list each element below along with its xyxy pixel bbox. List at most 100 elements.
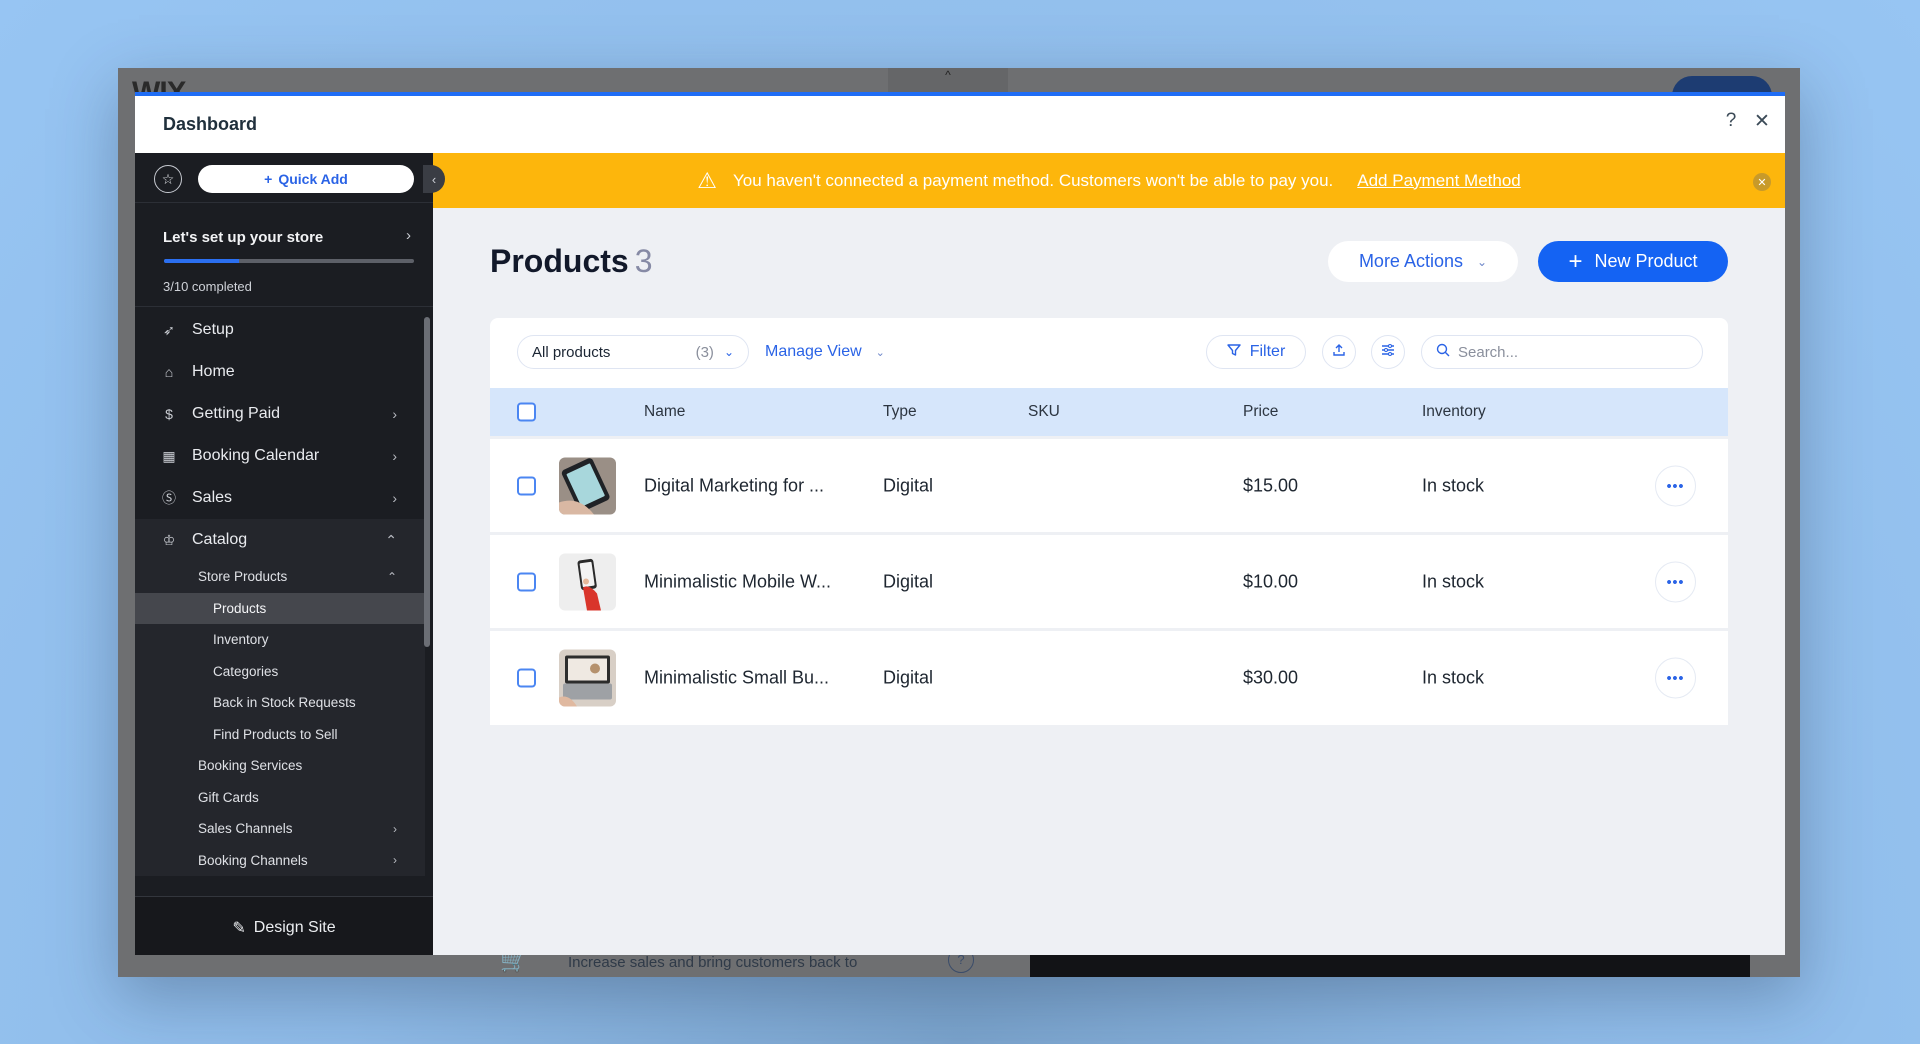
upload-icon <box>1332 343 1346 361</box>
view-select-value: All products <box>532 343 611 361</box>
view-count: (3) <box>695 343 714 361</box>
search-input[interactable] <box>1458 343 1678 361</box>
products-table-card: All products (3) ⌄ Manage View ⌄ Filter <box>490 318 1728 725</box>
add-payment-method-link[interactable]: Add Payment Method <box>1357 171 1520 191</box>
home-icon: ⌂ <box>164 364 174 380</box>
product-type: Digital <box>883 475 934 495</box>
column-header-sku[interactable]: SKU <box>1028 403 1060 421</box>
product-thumbnail-laptop <box>559 649 616 706</box>
payment-icon: $ <box>165 406 173 422</box>
sidebar-item-catalog[interactable]: ♔ Catalog ⌃ <box>135 519 425 561</box>
product-type: Digital <box>883 571 934 591</box>
sidebar-item-categories[interactable]: Categories <box>135 655 425 687</box>
search-field[interactable] <box>1421 335 1703 369</box>
sidebar-item-sales-channels[interactable]: Sales Channels › <box>135 813 425 845</box>
sidebar-item-booking-calendar[interactable]: ▦ Booking Calendar › <box>135 435 425 477</box>
sidebar-item-getting-paid[interactable]: $ Getting Paid › <box>135 393 425 435</box>
sidebar-item-label: Home <box>192 363 235 380</box>
sidebar-item-booking-services[interactable]: Booking Services <box>135 750 425 782</box>
sidebar-item-find-products[interactable]: Find Products to Sell <box>135 718 425 750</box>
product-price: $15.00 <box>1243 475 1299 495</box>
filter-button[interactable]: Filter <box>1206 335 1306 369</box>
column-header-type[interactable]: Type <box>883 403 917 421</box>
more-actions-button[interactable]: More Actions ⌄ <box>1328 241 1518 282</box>
product-name[interactable]: Digital Marketing for ... <box>644 475 824 496</box>
sidebar-item-label: Catalog <box>192 531 248 548</box>
select-all-checkbox[interactable] <box>517 402 536 422</box>
sidebar-item-back-in-stock[interactable]: Back in Stock Requests <box>135 687 425 719</box>
help-icon[interactable]: ? <box>1719 110 1743 132</box>
row-checkbox[interactable] <box>517 572 536 591</box>
page-title: Products 3 <box>490 243 652 280</box>
new-product-button[interactable]: + New Product <box>1538 241 1728 282</box>
sidebar-item-store-products[interactable]: Store Products ⌃ <box>135 561 425 593</box>
calendar-icon: ▦ <box>162 447 176 464</box>
setup-progress-fill <box>164 259 239 263</box>
star-icon[interactable]: ☆ <box>154 165 182 193</box>
setup-status: 3/10 completed <box>163 279 252 294</box>
chevron-up-icon: ⌃ <box>385 531 397 548</box>
warning-icon: ⚠ <box>697 167 717 193</box>
column-header-price[interactable]: Price <box>1243 403 1278 421</box>
table-row[interactable]: Minimalistic Small Bu... Digital $30.00 … <box>490 628 1728 724</box>
row-checkbox[interactable] <box>517 668 536 687</box>
product-inventory: In stock <box>1422 667 1485 687</box>
banner-message: You haven't connected a payment method. … <box>732 170 1334 190</box>
sidebar-item-label: Inventory <box>213 632 269 648</box>
table-row[interactable]: Digital Marketing for ... Digital $15.00… <box>490 436 1728 532</box>
chevron-right-icon: › <box>393 853 397 868</box>
view-select[interactable]: All products (3) ⌄ <box>517 335 749 369</box>
chevron-right-icon: › <box>392 406 397 422</box>
product-name[interactable]: Minimalistic Small Bu... <box>644 667 829 688</box>
filter-label: Filter <box>1249 343 1286 360</box>
table-toolbar: All products (3) ⌄ Manage View ⌄ Filter <box>490 318 1728 388</box>
chevron-right-icon: › <box>392 448 397 464</box>
sidebar-scrollbar[interactable] <box>424 317 430 647</box>
table-header: Name Type SKU Price Inventory <box>490 388 1728 436</box>
product-type: Digital <box>883 667 934 687</box>
quick-add-button[interactable]: + Quick Add <box>198 165 414 193</box>
customize-columns-button[interactable] <box>1371 335 1405 369</box>
column-header-name[interactable]: Name <box>644 403 685 421</box>
editor-collapse-handle[interactable]: ^ <box>888 68 1008 94</box>
sidebar-item-products[interactable]: Products <box>135 592 425 624</box>
main-content: ⚠ You haven't connected a payment method… <box>433 153 1785 955</box>
sidebar-top: ☆ + Quick Add <box>135 153 433 203</box>
pencil-icon: ✎ <box>232 920 246 937</box>
sidebar-item-inventory[interactable]: Inventory <box>135 624 425 656</box>
sidebar-item-label: Store Products <box>198 569 288 585</box>
setup-progress[interactable]: Let's set up your store › 3/10 completed <box>135 203 433 307</box>
sidebar-item-label: Getting Paid <box>192 405 281 422</box>
design-site-button[interactable]: ✎ Design Site <box>135 896 433 955</box>
sidebar-item-gift-cards[interactable]: Gift Cards <box>135 781 425 813</box>
row-actions-button[interactable]: ••• <box>1655 465 1696 506</box>
filter-icon <box>1227 343 1241 362</box>
row-actions-button[interactable]: ••• <box>1655 561 1696 602</box>
export-button[interactable] <box>1322 335 1356 369</box>
product-name[interactable]: Minimalistic Mobile W... <box>644 571 831 592</box>
chevron-right-icon: › <box>406 227 411 244</box>
column-header-inventory[interactable]: Inventory <box>1422 403 1486 421</box>
sidebar-item-home[interactable]: ⌂ Home <box>135 351 425 393</box>
sidebar-item-booking-channels[interactable]: Booking Channels › <box>135 844 425 876</box>
more-actions-label: More Actions <box>1358 251 1463 271</box>
catalog-icon: ♔ <box>162 531 176 548</box>
manage-view-label: Manage View <box>765 343 862 360</box>
table-row[interactable]: Minimalistic Mobile W... Digital $10.00 … <box>490 532 1728 628</box>
sidebar-item-label: Booking Calendar <box>192 447 320 464</box>
close-icon[interactable]: ✕ <box>1750 110 1774 133</box>
sidebar-item-setup[interactable]: ➶ Setup <box>135 309 425 351</box>
product-inventory: In stock <box>1422 475 1485 495</box>
chevron-down-icon: ⌄ <box>1476 254 1488 269</box>
manage-view-button[interactable]: Manage View ⌄ <box>765 343 885 361</box>
chevron-right-icon: › <box>392 490 397 506</box>
row-checkbox[interactable] <box>517 476 536 495</box>
sidebar-item-label: Sales Channels <box>198 821 293 837</box>
row-actions-button[interactable]: ••• <box>1655 657 1696 698</box>
close-banner-icon[interactable]: ✕ <box>1753 173 1771 191</box>
modal-title: Dashboard <box>163 114 258 134</box>
chevron-down-icon: ⌄ <box>875 346 885 359</box>
payment-warning-banner: ⚠ You haven't connected a payment method… <box>433 153 1785 208</box>
product-count: 3 <box>634 243 653 279</box>
sidebar-item-sales[interactable]: Ⓢ Sales › <box>135 477 425 519</box>
